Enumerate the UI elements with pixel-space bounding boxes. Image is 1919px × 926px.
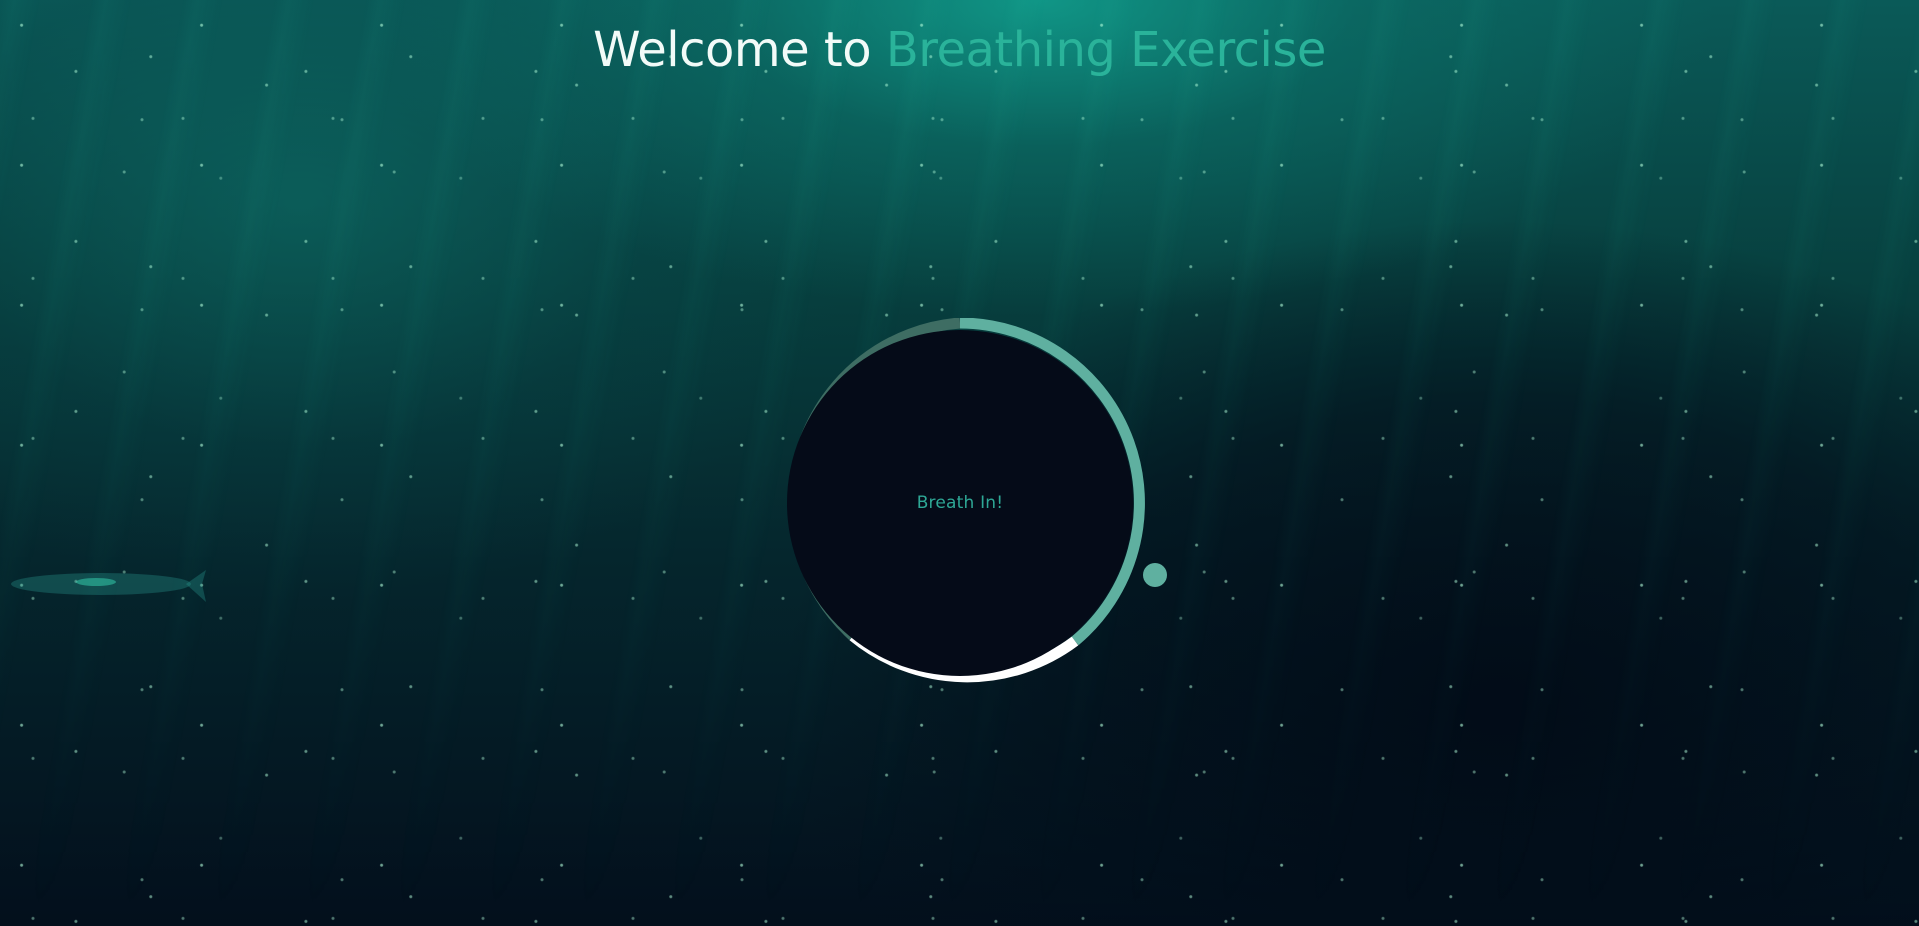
circle-inner: Breath In!: [787, 330, 1133, 676]
title-accent: Breathing Exercise: [885, 22, 1327, 78]
breath-status-text: Breath In!: [916, 493, 1004, 513]
progress-pointer-dot: [1143, 563, 1167, 587]
fish-silhouette: [11, 570, 206, 602]
title-lead: Welcome to: [593, 22, 872, 78]
breathing-circle: Breath In!: [775, 318, 1145, 688]
page-title: Welcome to Breathing Exercise: [0, 22, 1919, 78]
